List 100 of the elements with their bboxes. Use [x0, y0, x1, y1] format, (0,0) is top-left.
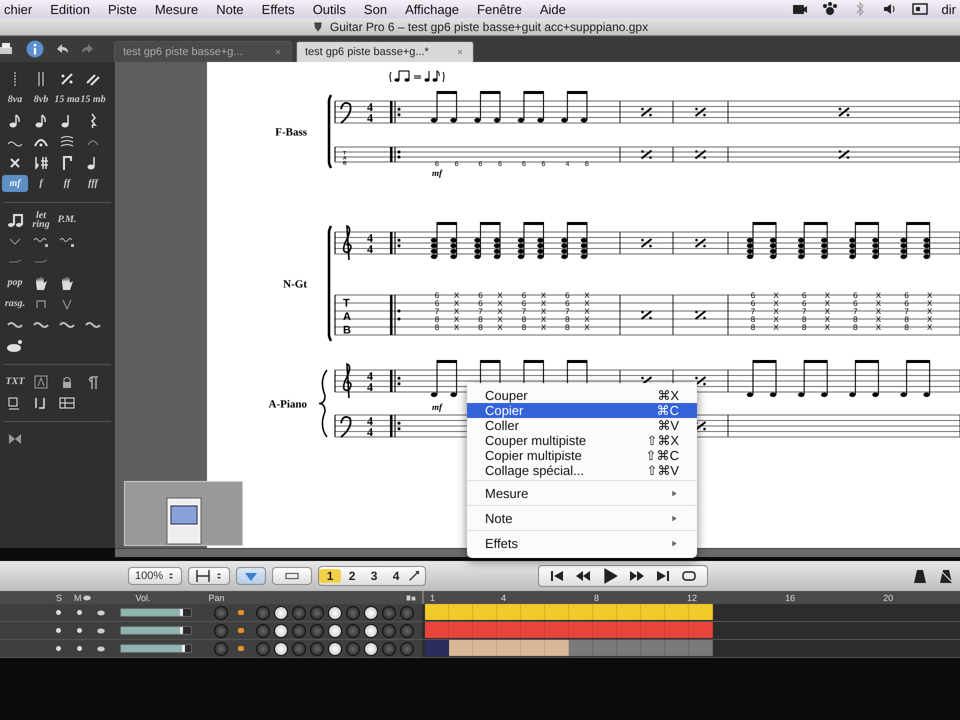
- close-icon[interactable]: [273, 47, 283, 57]
- effect-knob[interactable]: [274, 624, 288, 638]
- hand-icon[interactable]: [33, 274, 49, 290]
- palette-item[interactable]: 8vb: [28, 95, 54, 104]
- effect-knob[interactable]: [364, 606, 378, 620]
- palette-item[interactable]: rasg.: [2, 299, 28, 308]
- submenu-arrow-icon[interactable]: [670, 538, 679, 548]
- eighth-note-icon[interactable]: [33, 112, 49, 128]
- layout-select[interactable]: [188, 567, 230, 585]
- menu-item[interactable]: Effets: [467, 533, 697, 553]
- palette-item[interactable]: fff: [80, 179, 106, 188]
- rewind-icon[interactable]: [575, 568, 592, 584]
- menu-item[interactable]: Copier multipiste ⇧⌘C: [467, 448, 697, 463]
- diagram-icon[interactable]: [59, 394, 75, 410]
- tab-number: X: [454, 291, 460, 300]
- menu-item[interactable]: Copier ⌘C: [467, 403, 697, 418]
- waves-icon[interactable]: [59, 134, 75, 150]
- solo-toggle[interactable]: [56, 646, 61, 651]
- palette-item[interactable]: 15 ma: [54, 95, 80, 104]
- repeat-icon[interactable]: [59, 70, 75, 86]
- submenu-arrow-icon[interactable]: [670, 488, 679, 498]
- page-button[interactable]: 2: [341, 569, 364, 583]
- page-button[interactable]: 1: [319, 569, 342, 583]
- stepper-icon[interactable]: [167, 571, 176, 581]
- metronome-icon[interactable]: [912, 568, 928, 584]
- mute-toggle[interactable]: [77, 610, 82, 615]
- user-name[interactable]: dir: [942, 2, 956, 16]
- blob-icon[interactable]: [7, 338, 23, 354]
- skip-start-icon[interactable]: [549, 568, 566, 584]
- menu-item[interactable]: Edition: [41, 2, 99, 16]
- solo-toggle[interactable]: [56, 628, 61, 633]
- palette-item[interactable]: TXT: [2, 377, 28, 386]
- menu-item[interactable]: Piste: [98, 2, 146, 16]
- skip-end-icon[interactable]: [655, 568, 672, 584]
- palette-item[interactable]: ff: [54, 179, 80, 188]
- pan-knob[interactable]: [214, 606, 228, 620]
- grid-toggle-icon[interactable]: [406, 592, 416, 602]
- view-toggle[interactable]: [236, 567, 266, 585]
- multitrack-toggle[interactable]: [272, 567, 312, 585]
- menu-item[interactable]: Couper multipiste ⇧⌘X: [467, 433, 697, 448]
- menu-item[interactable]: Fenêtre: [468, 2, 531, 16]
- volume-slider[interactable]: [120, 644, 192, 653]
- page-layout-icon[interactable]: [195, 568, 212, 584]
- page-button[interactable]: 3: [363, 569, 386, 583]
- menu-item[interactable]: Collage spécial... ⇧⌘V: [467, 463, 697, 478]
- effect-knob[interactable]: [328, 606, 342, 620]
- menu-item[interactable]: Son: [354, 2, 396, 16]
- palette-item[interactable]: f: [28, 179, 54, 188]
- status-led: [238, 646, 244, 651]
- document-tab[interactable]: test gp6 piste basse+g...*: [296, 41, 474, 62]
- paw-icon[interactable]: [822, 1, 838, 17]
- app-icon[interactable]: [312, 20, 324, 32]
- text-box-icon[interactable]: [33, 374, 49, 390]
- document-tab[interactable]: test gp6 piste basse+g...: [114, 41, 292, 62]
- pen-icon[interactable]: [407, 569, 422, 583]
- effect-knob[interactable]: [274, 642, 288, 656]
- volume-slider[interactable]: [120, 626, 192, 635]
- accidentals-icon[interactable]: [33, 154, 49, 170]
- pan-knob[interactable]: [214, 642, 228, 656]
- palette-item[interactable]: let ring: [28, 210, 54, 228]
- effect-knob[interactable]: [328, 642, 342, 656]
- info-icon[interactable]: [26, 40, 44, 58]
- hand-icon[interactable]: [59, 274, 75, 290]
- effect-knob[interactable]: [364, 642, 378, 656]
- solo-toggle[interactable]: [56, 610, 61, 615]
- page-button[interactable]: 4: [385, 569, 408, 583]
- stepper-icon[interactable]: [215, 571, 224, 581]
- mute-toggle[interactable]: [77, 628, 82, 633]
- pan-knob[interactable]: [214, 624, 228, 638]
- menu-item[interactable]: Note: [467, 508, 697, 528]
- effect-knob[interactable]: [328, 624, 342, 638]
- eye-icon[interactable]: [82, 592, 92, 602]
- menu-item[interactable]: Note: [207, 2, 253, 16]
- palette-item[interactable]: 15 mb: [80, 95, 106, 104]
- fast-forward-icon[interactable]: [629, 568, 646, 584]
- menu-item[interactable]: Mesure: [146, 2, 208, 16]
- menu-item[interactable]: Aide: [530, 2, 575, 16]
- measure-repeat-icon: [694, 150, 706, 160]
- measure-repeat-icon: [640, 150, 652, 160]
- effect-knob[interactable]: [274, 606, 288, 620]
- menu-item[interactable]: Coller ⌘V: [467, 418, 697, 433]
- palette-item[interactable]: P.M.: [54, 215, 80, 224]
- palette-item[interactable]: 8va: [2, 95, 28, 104]
- menu-item[interactable]: Outils: [304, 2, 355, 16]
- volume-slider[interactable]: [120, 608, 192, 617]
- submenu-arrow-icon[interactable]: [670, 514, 679, 522]
- effect-knob[interactable]: [364, 624, 378, 638]
- beamed-notes-icon[interactable]: [7, 212, 23, 228]
- navigator-panel[interactable]: [124, 481, 243, 546]
- eighth-note-icon[interactable]: [7, 112, 23, 128]
- menu-item[interactable]: Mesure: [467, 483, 697, 503]
- menu-item[interactable]: Effets: [252, 2, 304, 16]
- zoom-select[interactable]: 100%: [128, 567, 182, 585]
- menu-item[interactable]: Couper ⌘X: [467, 388, 697, 403]
- display-icon[interactable]: [912, 1, 928, 17]
- menu-item[interactable]: Affichage: [396, 2, 468, 16]
- count-in-icon[interactable]: [938, 568, 954, 584]
- menu-item[interactable]: chier: [4, 2, 42, 16]
- mute-toggle[interactable]: [77, 646, 82, 651]
- palette-item[interactable]: pop: [2, 278, 28, 287]
